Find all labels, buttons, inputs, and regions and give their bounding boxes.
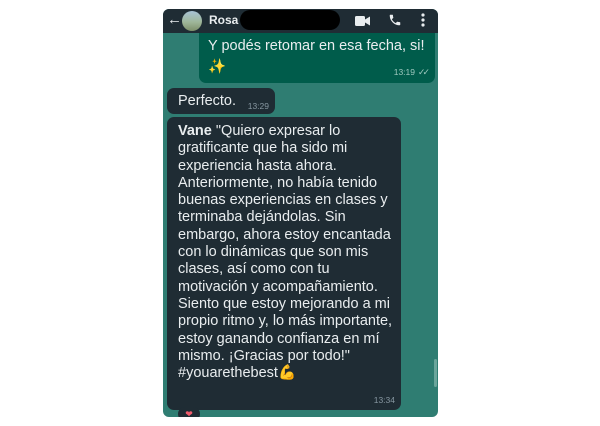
message-body: Vane "Quiero expresar lo gratificante qu… bbox=[178, 123, 396, 382]
more-vert-icon[interactable] bbox=[421, 13, 425, 32]
incoming-message[interactable]: Vane "Quiero expresar lo gratificante qu… bbox=[167, 117, 401, 410]
chat-header: ← Rosa bbox=[163, 9, 438, 33]
chat-screen: Y podés retomar en esa fecha, si! ✨ 13:1… bbox=[163, 9, 438, 417]
scrollbar[interactable] bbox=[434, 359, 437, 387]
message-author: Vane bbox=[178, 123, 212, 139]
redaction-bar bbox=[240, 10, 340, 30]
heart-reaction[interactable]: ❤ bbox=[178, 407, 200, 417]
video-camera-icon[interactable] bbox=[355, 14, 371, 32]
message-time: 13:19 bbox=[393, 67, 415, 77]
arrow-left-icon[interactable]: ← bbox=[167, 11, 182, 28]
message-text: "Quiero expresar lo gratificante que ha … bbox=[178, 123, 393, 382]
message-time: 13:29 bbox=[247, 101, 269, 111]
read-receipt-icon: ✓✓ bbox=[417, 67, 430, 77]
incoming-message[interactable]: Perfecto. 13:29 bbox=[167, 88, 275, 114]
message-time: 13:34 bbox=[373, 395, 395, 405]
contact-name[interactable]: Rosa bbox=[209, 13, 238, 27]
message-text: Perfecto. bbox=[178, 93, 237, 109]
phone-icon[interactable] bbox=[388, 13, 402, 32]
avatar[interactable] bbox=[182, 11, 202, 31]
